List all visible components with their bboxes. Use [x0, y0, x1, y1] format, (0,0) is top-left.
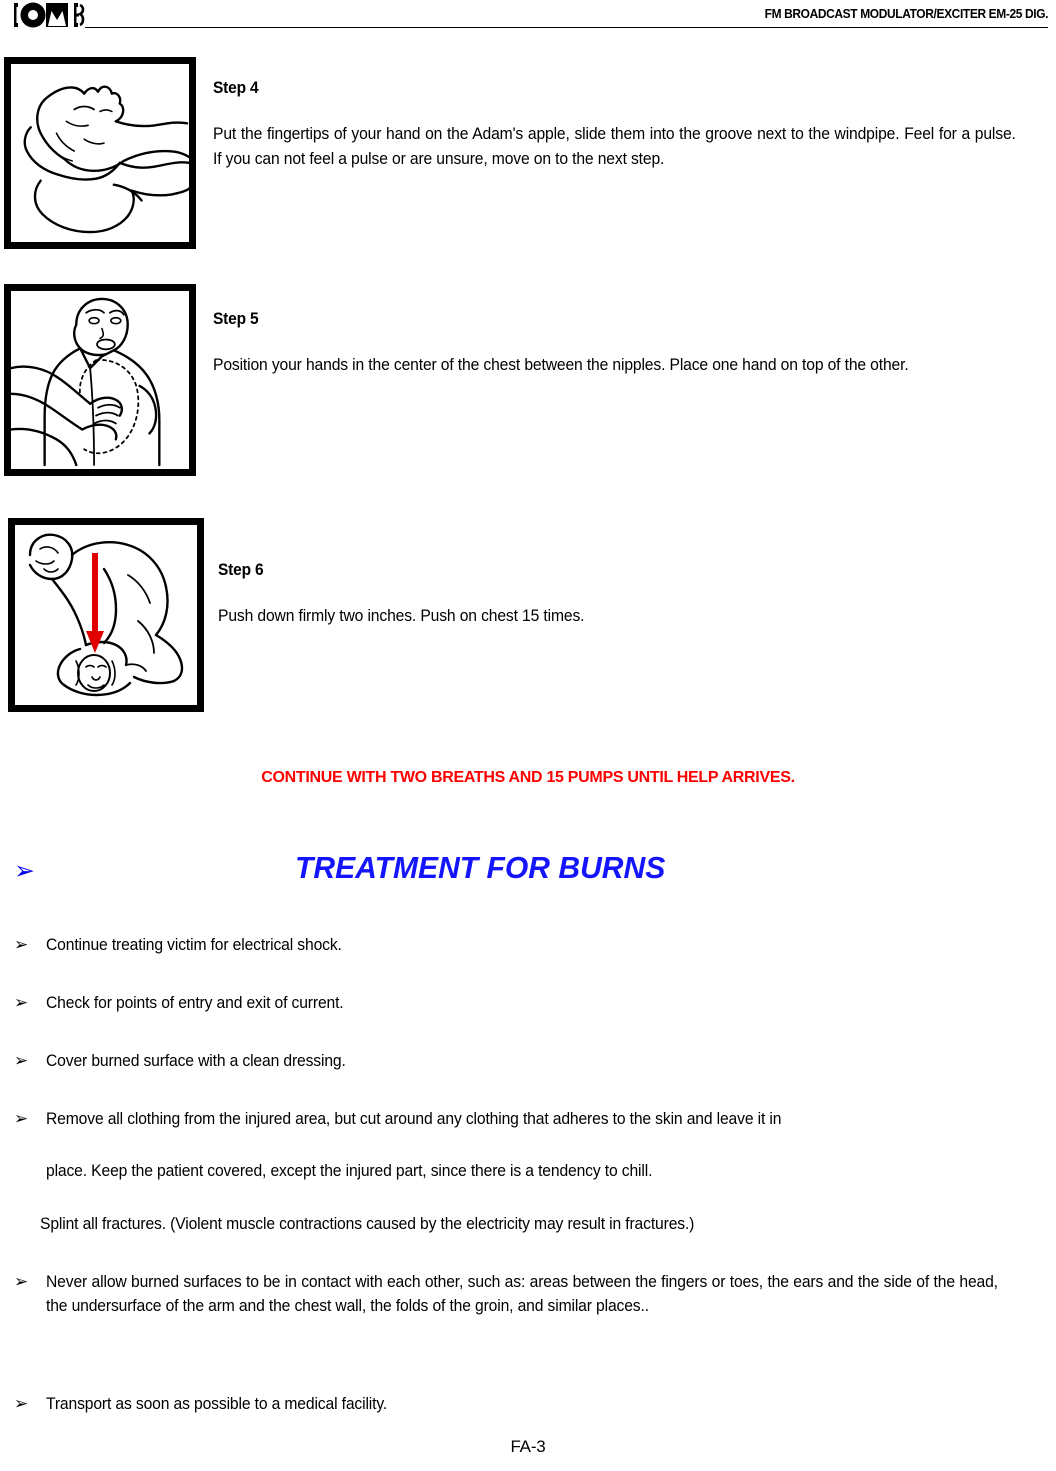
omb-logo-icon — [12, 2, 88, 28]
arrowhead-bullet-icon: ➢ — [14, 1394, 29, 1414]
list-item-label: Cover burned surface with a clean dressi… — [46, 1052, 346, 1070]
list-item-label: Never allow burned surfaces to be in con… — [46, 1273, 998, 1315]
header-title: FM BROADCAST MODULATOR/EXCITER EM-25 DIG… — [764, 6, 1049, 21]
step-4-body: Step 4 Put the fingertips of your hand o… — [213, 79, 1018, 172]
list-item-label: Remove all clothing from the injured are… — [46, 1110, 782, 1128]
arrowhead-bullet-icon: ➢ — [14, 1051, 29, 1071]
check-pulse-illustration — [4, 57, 196, 249]
list-item-label: Transport as soon as possible to a medic… — [46, 1395, 388, 1413]
treatment-for-burns-heading-row: ➢ TREATMENT FOR BURNS — [0, 850, 1056, 896]
header-divider — [85, 27, 1048, 28]
step-block-4: Step 4 Put the fingertips of your hand o… — [0, 57, 1056, 255]
step-6-title: Step 6 — [218, 561, 264, 579]
step-block-6: Step 6 Push down firmly two inches. Push… — [0, 518, 1056, 716]
step-5-body: Step 5 Position your hands in the center… — [213, 310, 1023, 378]
hand-position-chest-illustration — [4, 284, 196, 476]
step-4-title: Step 4 — [213, 79, 259, 97]
remove-clothing-continuation: place. Keep the patient covered, except … — [46, 1162, 653, 1180]
step-5-title: Step 5 — [213, 310, 259, 328]
arrowhead-bullet-icon: ➢ — [14, 935, 29, 955]
step-5-text: Position your hands in the center of the… — [213, 356, 909, 374]
chest-compression-illustration — [8, 518, 204, 712]
arrowhead-bullet-icon: ➢ — [14, 1109, 29, 1129]
step-4-text: Put the fingertips of your hand on the A… — [213, 125, 1016, 168]
step-block-5: Step 5 Position your hands in the center… — [0, 284, 1056, 482]
page-number: FA-3 — [510, 1437, 546, 1456]
step-6-text: Push down firmly two inches. Push on che… — [218, 607, 585, 625]
arrowhead-bullet-icon: ➢ — [14, 856, 35, 885]
step-6-body: Step 6 Push down firmly two inches. Push… — [218, 561, 1028, 629]
arrowhead-bullet-icon: ➢ — [14, 1272, 29, 1292]
continue-cpr-notice: CONTINUE WITH TWO BREATHS AND 15 PUMPS U… — [261, 769, 795, 786]
list-item-label: Continue treating victim for electrical … — [46, 936, 342, 954]
page-title: TREATMENT FOR BURNS — [295, 850, 666, 885]
page-header: FM BROADCAST MODULATOR/EXCITER EM-25 DIG… — [0, 0, 1056, 36]
arrowhead-bullet-icon: ➢ — [14, 993, 29, 1013]
splint-fractures-line: Splint all fractures. (Violent muscle co… — [40, 1215, 695, 1233]
list-item-label: Check for points of entry and exit of cu… — [46, 994, 344, 1012]
